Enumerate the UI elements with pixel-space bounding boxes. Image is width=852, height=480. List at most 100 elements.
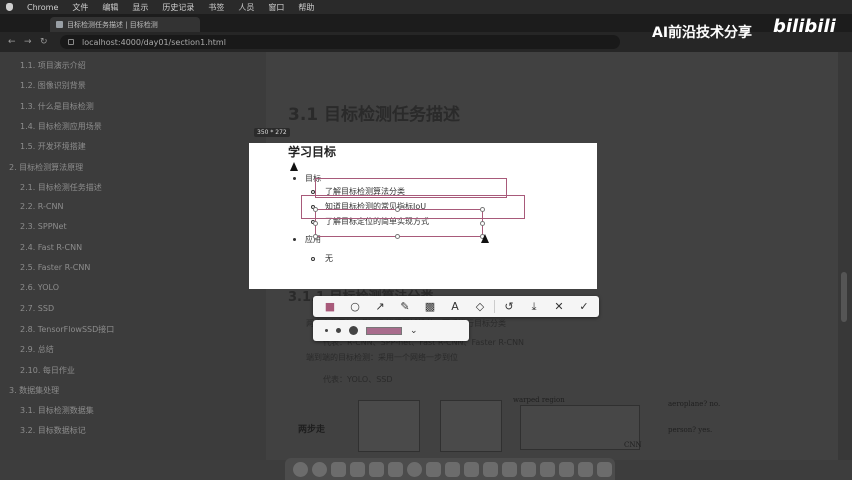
resize-handle[interactable]	[313, 234, 318, 239]
dock-app-icon[interactable]	[502, 461, 517, 477]
sidebar-item[interactable]: 3.2. 目标数据标记	[20, 425, 86, 436]
page-title: 3.1 目标检测任务描述	[288, 105, 461, 125]
text-tool-icon[interactable]: A	[444, 298, 466, 315]
dock-app-icon[interactable]	[464, 461, 479, 477]
chevron-down-icon[interactable]: ⌄	[410, 326, 418, 336]
back-icon[interactable]: ←	[8, 37, 16, 47]
scrollbar-thumb[interactable]	[841, 272, 847, 322]
dock-app-icon[interactable]	[540, 461, 555, 477]
resize-handle[interactable]	[395, 207, 400, 212]
figure-two-stage-label: 两步走	[298, 425, 326, 435]
sidebar-item[interactable]: 1.2. 图像识别背景	[20, 80, 86, 91]
close-icon[interactable]: ✕	[548, 298, 570, 315]
screenshot-toolbar: ■ ○ ↗ ✎ ▩ A ◇ ↺ ⤓ ✕ ✓	[313, 296, 599, 317]
sidebar-item[interactable]: 1.3. 什么是目标检测	[20, 101, 94, 112]
undo-icon[interactable]: ↺	[498, 298, 520, 315]
sidebar-item[interactable]: 2. 目标检测算法原理	[9, 162, 83, 173]
forward-icon[interactable]: →	[24, 37, 32, 47]
sidebar-item[interactable]: 1.1. 项目演示介绍	[20, 60, 86, 71]
menu-item[interactable]: 历史记录	[162, 2, 194, 13]
sidebar-item[interactable]: 2.7. SSD	[20, 304, 54, 313]
sidebar-item[interactable]: 2.6. YOLO	[20, 283, 59, 292]
size-medium-option[interactable]	[336, 328, 341, 333]
resize-handle[interactable]	[313, 207, 318, 212]
size-small-option[interactable]	[325, 329, 328, 332]
menu-item[interactable]: 文件	[72, 2, 88, 13]
bullet-one-stage: 端到端的目标检测：采用一个网络一步到位	[306, 353, 458, 362]
dock-app-icon[interactable]	[350, 461, 365, 477]
sidebar-item[interactable]: 3.1. 目标检测数据集	[20, 405, 94, 416]
rectangle-tool-icon[interactable]: ■	[319, 298, 341, 315]
menu-item[interactable]: 编辑	[102, 2, 118, 13]
ring-bullet	[311, 257, 315, 261]
address-bar[interactable]: localhost:4000/day01/section1.html	[60, 35, 620, 49]
resize-handle[interactable]	[395, 234, 400, 239]
sidebar-item[interactable]: 2.8. TensorFlowSSD接口	[20, 324, 114, 335]
dock-app-icon[interactable]	[293, 461, 308, 477]
screenshot-selection[interactable]: 学习目标 目标 了解目标检测算法分类 知道目标检测的常见指标IoU 了解目标定位…	[249, 143, 597, 289]
mosaic-tool-icon[interactable]: ▩	[419, 298, 441, 315]
sidebar-item[interactable]: 1.4. 目标检测应用场景	[20, 121, 102, 132]
sidebar-item[interactable]: 2.3. SPPNet	[20, 222, 67, 231]
apply-item: 无	[325, 254, 333, 263]
resize-handle[interactable]	[480, 207, 485, 212]
scrollbar[interactable]	[838, 52, 852, 460]
url-text: localhost:4000/day01/section1.html	[82, 37, 226, 47]
sidebar-item[interactable]: 2.2. R-CNN	[20, 202, 63, 211]
bullet-one-stage-examples: 代表：YOLO、SSD	[323, 375, 393, 384]
sidebar-item[interactable]: 2.4. Fast R-CNN	[20, 243, 82, 252]
annotation-rectangle-selected[interactable]	[315, 209, 483, 237]
figure-label-person: person? yes.	[668, 426, 713, 434]
sidebar-item[interactable]: 2.5. Faster R-CNN	[20, 263, 90, 272]
menu-item[interactable]: 书签	[208, 2, 224, 13]
resize-handle[interactable]	[480, 221, 485, 226]
figure-warped-label: warped region	[513, 396, 565, 404]
dock-app-icon[interactable]	[559, 461, 574, 477]
watermark-text: AI前沿技术分享	[652, 25, 753, 41]
pen-tool-icon[interactable]: ✎	[394, 298, 416, 315]
mac-dock	[285, 458, 615, 480]
ellipse-tool-icon[interactable]: ○	[344, 298, 366, 315]
browser-tab[interactable]: 目标检测任务描述 | 目标检测	[50, 17, 200, 32]
sidebar-item[interactable]: 2.10. 每日作业	[20, 365, 75, 376]
bilibili-logo: bilibili	[773, 16, 836, 37]
lock-icon	[68, 39, 74, 45]
dock-app-icon[interactable]	[521, 461, 536, 477]
eraser-tool-icon[interactable]: ◇	[469, 298, 491, 315]
figure-label-cnn: CNN	[624, 441, 642, 449]
dock-app-icon[interactable]	[388, 461, 403, 477]
menu-item[interactable]: 帮助	[298, 2, 314, 13]
dock-app-icon[interactable]	[483, 461, 498, 477]
size-large-option[interactable]	[349, 326, 358, 335]
dock-app-icon[interactable]	[578, 461, 593, 477]
dock-app-icon[interactable]	[426, 461, 441, 477]
arrow-tool-icon[interactable]: ↗	[369, 298, 391, 315]
dock-app-icon[interactable]	[331, 461, 346, 477]
mac-menubar: Chrome 文件 编辑 显示 历史记录 书签 人员 窗口 帮助	[0, 0, 852, 14]
sidebar-item[interactable]: 1.5. 开发环境搭建	[20, 141, 86, 152]
dock-app-icon[interactable]	[407, 461, 422, 477]
apple-icon[interactable]	[6, 3, 13, 11]
color-swatch[interactable]	[366, 326, 402, 335]
menu-app-name[interactable]: Chrome	[27, 3, 58, 12]
resize-handle[interactable]	[313, 221, 318, 226]
tab-title: 目标检测任务描述 | 目标检测	[67, 20, 158, 29]
doc-sidebar	[0, 52, 266, 460]
dock-app-icon[interactable]	[445, 461, 460, 477]
download-icon[interactable]: ⤓	[523, 298, 545, 315]
favicon-icon	[56, 21, 63, 28]
sidebar-item[interactable]: 2.1. 目标检测任务描述	[20, 182, 102, 193]
dock-app-icon[interactable]	[597, 461, 612, 477]
dock-app-icon[interactable]	[312, 461, 327, 477]
confirm-icon[interactable]: ✓	[573, 298, 595, 315]
reload-icon[interactable]: ↻	[40, 37, 48, 47]
menu-item[interactable]: 显示	[132, 2, 148, 13]
bullet-dot	[293, 238, 296, 241]
sidebar-item[interactable]: 2.9. 总结	[20, 344, 54, 355]
learning-goals-heading: 学习目标	[288, 145, 337, 159]
sidebar-item[interactable]: 3. 数据集处理	[9, 385, 59, 396]
menu-item[interactable]: 窗口	[268, 2, 284, 13]
menu-item[interactable]: 人员	[238, 2, 254, 13]
dock-app-icon[interactable]	[369, 461, 384, 477]
figure-cnn-diagram	[520, 405, 640, 450]
